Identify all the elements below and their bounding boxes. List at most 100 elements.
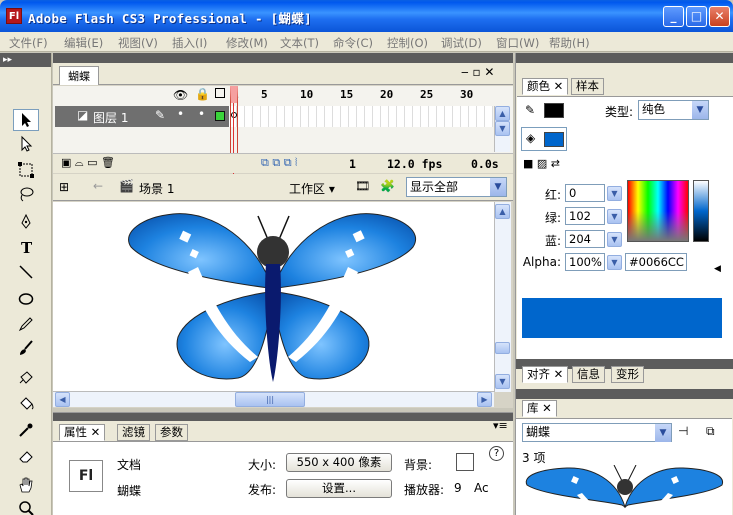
stage-canvas[interactable] bbox=[53, 202, 494, 391]
timeline-toggle-icon[interactable]: ⊞ bbox=[59, 180, 69, 194]
fill-type-select[interactable]: 纯色 ▼ bbox=[638, 100, 709, 120]
ink-bottle-tool[interactable] bbox=[13, 367, 39, 389]
panel-menu-icon[interactable]: ▾≡ bbox=[493, 419, 508, 432]
document-tab[interactable]: 蝴蝶 bbox=[59, 66, 99, 85]
outline-icon[interactable] bbox=[215, 88, 225, 98]
selection-tool[interactable] bbox=[13, 109, 39, 131]
menu-insert[interactable]: 插入(I) bbox=[172, 35, 207, 51]
fill-color-swatch[interactable] bbox=[544, 132, 564, 147]
red-chevron-icon[interactable]: ▼ bbox=[607, 186, 622, 201]
help-icon[interactable]: ? bbox=[489, 446, 504, 461]
color-panel-header[interactable] bbox=[516, 53, 733, 63]
tab-filters[interactable]: 滤镜 bbox=[117, 424, 150, 441]
scene-label[interactable]: 场景 1 bbox=[139, 180, 174, 197]
scroll-thumb[interactable]: ||| bbox=[235, 392, 305, 407]
tab-transform[interactable]: 变形 bbox=[611, 366, 644, 383]
zoom-tool[interactable] bbox=[13, 497, 39, 515]
scroll-thumb[interactable] bbox=[495, 342, 510, 354]
text-tool[interactable]: T bbox=[13, 236, 39, 258]
green-chevron-icon[interactable]: ▼ bbox=[607, 209, 622, 224]
menu-edit[interactable]: 编辑(E) bbox=[64, 35, 103, 51]
free-transform-tool[interactable] bbox=[13, 159, 39, 181]
swap-colors-icons[interactable]: ■ ▨ ⇄ bbox=[523, 157, 560, 170]
maximize-button[interactable]: □ bbox=[686, 6, 707, 27]
scroll-up-button[interactable]: ▲ bbox=[495, 204, 510, 219]
lasso-tool[interactable] bbox=[13, 183, 39, 205]
menu-commands[interactable]: 命令(C) bbox=[333, 35, 373, 51]
layer-buttons[interactable]: ▣ ⌓ ▭ 🗑 bbox=[61, 156, 115, 170]
frame-ruler[interactable]: 1 5 10 15 20 25 30 bbox=[229, 86, 493, 104]
scroll-up-button[interactable]: ▲ bbox=[495, 106, 510, 121]
scroll-down-button[interactable]: ▼ bbox=[495, 374, 510, 389]
menu-view[interactable]: 视图(V) bbox=[118, 35, 158, 51]
tab-parameters[interactable]: 参数 bbox=[155, 424, 188, 441]
alpha-chevron-icon[interactable]: ▼ bbox=[607, 255, 622, 270]
close-button[interactable]: ✕ bbox=[709, 6, 730, 27]
scroll-left-button[interactable]: ◀ bbox=[55, 392, 70, 407]
brightness-pointer-icon[interactable]: ◀ bbox=[714, 264, 721, 274]
blue-input[interactable]: 204 bbox=[565, 230, 605, 248]
zoom-select[interactable]: 显示全部 ▼ bbox=[406, 177, 507, 197]
tab-align[interactable]: 对齐 ✕ bbox=[522, 366, 569, 383]
tab-library[interactable]: 库 ✕ bbox=[522, 400, 557, 417]
menu-modify[interactable]: 修改(M) bbox=[226, 35, 268, 51]
tools-panel-header[interactable]: ▸▸ bbox=[0, 53, 51, 67]
subselection-tool[interactable] bbox=[13, 133, 39, 155]
background-color-swatch[interactable] bbox=[456, 453, 474, 471]
onion-skin-buttons[interactable]: ⧉ ⧉ ⧉ ⦚ bbox=[261, 156, 297, 170]
edit-scene-icon[interactable]: 🎞 bbox=[355, 179, 370, 193]
lock-icon[interactable]: 🔒 bbox=[195, 87, 210, 101]
pin-icon[interactable]: ⊣ bbox=[678, 424, 688, 438]
oval-tool[interactable] bbox=[13, 288, 39, 310]
tab-info[interactable]: 信息 bbox=[572, 366, 605, 383]
menu-file[interactable]: 文件(F) bbox=[9, 35, 48, 51]
menu-window[interactable]: 窗口(W) bbox=[496, 35, 539, 51]
stage-horizontal-scrollbar[interactable]: ◀ ||| ▶ bbox=[53, 391, 494, 407]
size-button[interactable]: 550 x 400 像素 bbox=[286, 453, 392, 472]
hand-tool[interactable] bbox=[13, 474, 39, 496]
green-input[interactable]: 102 bbox=[565, 207, 605, 225]
layer-name[interactable]: 图层 1 bbox=[93, 109, 128, 126]
menu-text[interactable]: 文本(T) bbox=[280, 35, 319, 51]
minimize-button[interactable]: _ bbox=[663, 6, 684, 27]
stroke-color-swatch[interactable] bbox=[544, 103, 564, 118]
library-document-select[interactable]: 蝴蝶 ▼ bbox=[522, 423, 672, 442]
tab-color[interactable]: 颜色 ✕ bbox=[522, 78, 569, 95]
lock-dot[interactable]: • bbox=[198, 107, 205, 121]
hex-input[interactable]: #0066CC bbox=[625, 253, 687, 271]
workspace-menu[interactable]: 工作区 ▾ bbox=[289, 180, 335, 197]
menu-help[interactable]: 帮助(H) bbox=[549, 35, 590, 51]
eyedropper-tool[interactable] bbox=[13, 419, 39, 441]
menu-control[interactable]: 控制(O) bbox=[387, 35, 428, 51]
visibility-dot[interactable]: • bbox=[177, 107, 184, 121]
publish-settings-button[interactable]: 设置... bbox=[286, 479, 392, 498]
blue-chevron-icon[interactable]: ▼ bbox=[607, 232, 622, 247]
alpha-input[interactable]: 100% bbox=[565, 253, 605, 271]
outline-color-box[interactable] bbox=[215, 111, 225, 121]
pen-tool[interactable] bbox=[13, 211, 39, 233]
stage-vertical-scrollbar[interactable]: ▲ ▼ bbox=[494, 202, 511, 392]
eraser-tool[interactable] bbox=[13, 445, 39, 467]
red-input[interactable]: 0 bbox=[565, 184, 605, 202]
tab-swatches[interactable]: 样本 bbox=[571, 78, 604, 95]
tab-properties[interactable]: 属性 ✕ bbox=[59, 424, 106, 441]
new-library-panel-icon[interactable]: ⧉ bbox=[706, 424, 715, 439]
library-panel-header[interactable] bbox=[516, 389, 733, 399]
panel-window-controls[interactable]: ‒ ▫ ✕ bbox=[461, 65, 494, 79]
timeline-vertical-scrollbar[interactable]: ▲ ▼ bbox=[494, 106, 510, 152]
color-spectrum[interactable] bbox=[627, 180, 689, 242]
brightness-slider[interactable] bbox=[693, 180, 709, 242]
edit-symbols-icon[interactable]: 🧩 bbox=[380, 179, 395, 193]
frame-cells[interactable] bbox=[229, 106, 493, 127]
brush-tool[interactable] bbox=[13, 337, 39, 359]
paint-bucket-tool[interactable] bbox=[13, 393, 39, 415]
scroll-down-button[interactable]: ▼ bbox=[495, 121, 510, 136]
playhead[interactable] bbox=[230, 86, 238, 154]
tab-label: 颜色 bbox=[527, 79, 550, 93]
scroll-right-button[interactable]: ▶ bbox=[477, 392, 492, 407]
pencil-tool[interactable] bbox=[13, 313, 39, 335]
menu-debug[interactable]: 调试(D) bbox=[441, 35, 482, 51]
line-tool[interactable] bbox=[13, 261, 39, 283]
back-arrow-icon[interactable]: ← bbox=[93, 179, 103, 193]
eye-icon[interactable]: 👁 bbox=[173, 88, 188, 102]
